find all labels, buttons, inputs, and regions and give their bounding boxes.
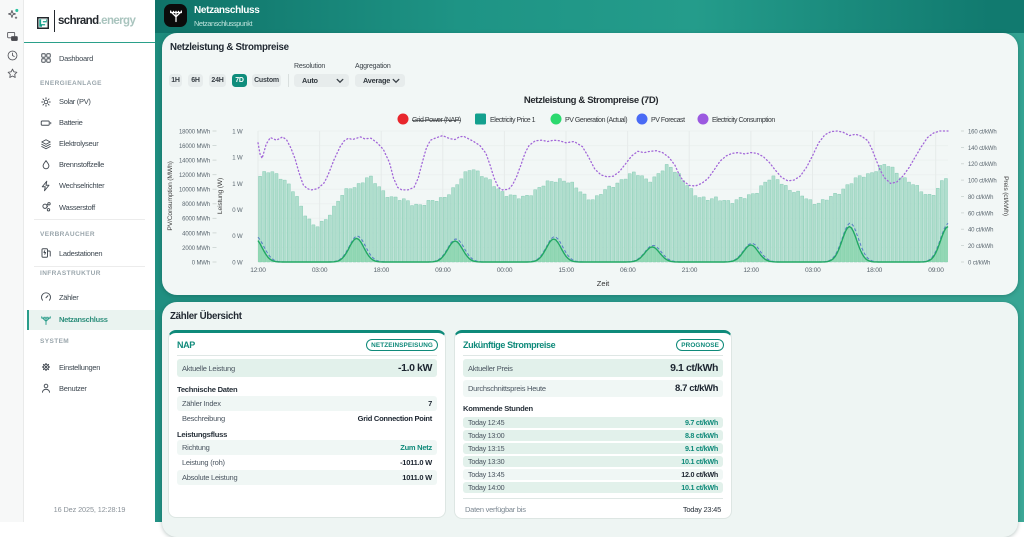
svg-text:140 ct/kWh: 140 ct/kWh	[968, 146, 997, 152]
svg-text:0 W: 0 W	[232, 260, 243, 266]
svg-text:14000 MWh: 14000 MWh	[179, 159, 210, 165]
svg-text:16000 MWh: 16000 MWh	[179, 144, 210, 150]
svg-text:0 MWh: 0 MWh	[192, 260, 210, 266]
svg-text:6000 MWh: 6000 MWh	[182, 217, 210, 223]
svg-text:09:00: 09:00	[928, 267, 944, 274]
svg-text:21:00: 21:00	[682, 267, 698, 274]
svg-text:Electricity Price 1: Electricity Price 1	[490, 117, 536, 124]
svg-text:Preis (ct/kWh): Preis (ct/kWh)	[1002, 176, 1009, 216]
svg-text:0 W: 0 W	[232, 208, 243, 214]
svg-text:12:00: 12:00	[743, 267, 759, 274]
svg-text:00:00: 00:00	[497, 267, 513, 274]
svg-text:06:00: 06:00	[620, 267, 636, 274]
svg-text:1 W: 1 W	[232, 156, 243, 162]
svg-text:10000 MWh: 10000 MWh	[179, 188, 210, 194]
svg-text:15:00: 15:00	[558, 267, 574, 274]
svg-text:PV Generation (Actual): PV Generation (Actual)	[565, 117, 627, 124]
svg-text:1 W: 1 W	[232, 129, 243, 135]
svg-text:PV/Consumption (MWh): PV/Consumption (MWh)	[167, 161, 174, 230]
svg-text:03:00: 03:00	[805, 267, 821, 274]
svg-text:PV Forecast: PV Forecast	[651, 117, 685, 124]
svg-text:12:00: 12:00	[250, 267, 266, 274]
svg-text:60 ct/kWh: 60 ct/kWh	[968, 211, 993, 217]
svg-text:18:00: 18:00	[867, 267, 883, 274]
svg-text:Electricity Consumption: Electricity Consumption	[712, 117, 775, 124]
svg-text:18:00: 18:00	[374, 267, 390, 274]
svg-text:0 ct/kWh: 0 ct/kWh	[968, 260, 990, 266]
svg-text:0 W: 0 W	[232, 234, 243, 240]
svg-text:20 ct/kWh: 20 ct/kWh	[968, 244, 993, 250]
svg-text:8000 MWh: 8000 MWh	[182, 202, 210, 208]
svg-text:Netzleistung & Strompreise (7D: Netzleistung & Strompreise (7D)	[524, 95, 658, 106]
svg-text:18000 MWh: 18000 MWh	[179, 129, 210, 135]
svg-text:40 ct/kWh: 40 ct/kWh	[968, 228, 993, 234]
svg-text:100 ct/kWh: 100 ct/kWh	[968, 179, 997, 185]
svg-text:80 ct/kWh: 80 ct/kWh	[968, 195, 993, 201]
svg-text:2000 MWh: 2000 MWh	[182, 246, 210, 252]
svg-text:160 ct/kWh: 160 ct/kWh	[968, 129, 997, 135]
svg-text:1 W: 1 W	[232, 182, 243, 188]
svg-text:12000 MWh: 12000 MWh	[179, 173, 210, 179]
svg-text:120 ct/kWh: 120 ct/kWh	[968, 162, 997, 168]
svg-text:4000 MWh: 4000 MWh	[182, 231, 210, 237]
svg-text:03:00: 03:00	[312, 267, 328, 274]
svg-text:Leistung (W): Leistung (W)	[217, 178, 224, 214]
svg-text:Grid Power (NAP): Grid Power (NAP)	[412, 117, 461, 124]
svg-text:Zeit: Zeit	[597, 279, 610, 288]
svg-text:09:00: 09:00	[435, 267, 451, 274]
